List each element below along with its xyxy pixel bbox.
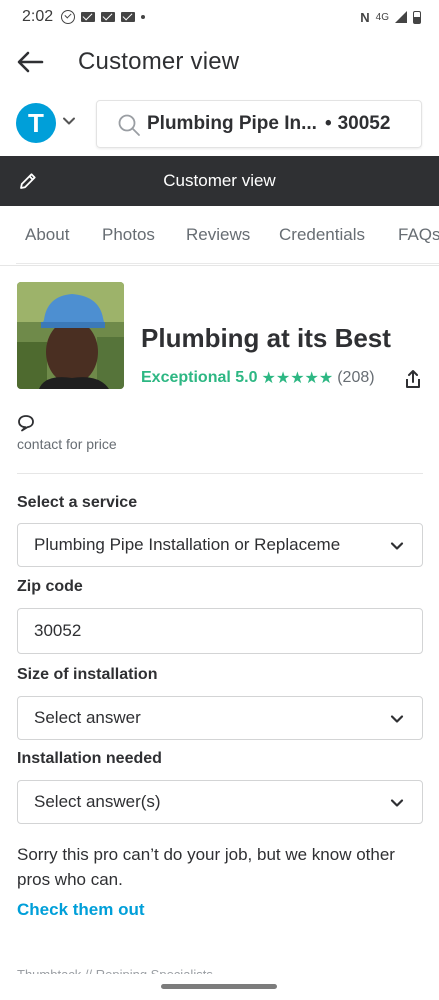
chevron-down-icon — [390, 542, 404, 550]
pencil-icon — [20, 173, 36, 189]
logo-letter: T — [28, 107, 44, 138]
rating-row[interactable]: Exceptional 5.0 ★★★★★ (208) — [141, 368, 375, 388]
mail-icon — [121, 12, 136, 22]
search-icon — [118, 114, 140, 136]
search-zip: 30052 — [337, 113, 391, 134]
needed-select[interactable]: Select answer(s) — [17, 780, 423, 824]
chat-bubble-icon — [18, 415, 34, 432]
service-label: Select a service — [17, 494, 138, 511]
chevron-down-icon — [390, 715, 404, 723]
search-bar[interactable]: Plumbing Pipe In... • 30052 — [96, 100, 422, 148]
page-title: Customer view — [78, 48, 240, 75]
network-type: 4G — [375, 11, 389, 23]
size-value: Select answer — [34, 708, 141, 727]
reviews-count: (208) — [337, 369, 375, 386]
pro-avatar — [17, 282, 124, 389]
back-arrow-icon[interactable] — [16, 50, 44, 74]
zip-label: Zip code — [17, 578, 83, 595]
pro-name: Plumbing at its Best — [141, 323, 391, 353]
customer-view-banner[interactable]: Customer view — [0, 156, 439, 206]
notification-dot-icon — [141, 15, 146, 19]
app-bar: Customer view — [0, 34, 439, 90]
needed-label: Installation needed — [17, 750, 162, 767]
no-match-message: Sorry this pro can’t do your job, but we… — [17, 845, 395, 889]
mail-icon — [101, 12, 116, 22]
status-time: 2:02 — [22, 8, 54, 25]
search-query: Plumbing Pipe In... — [147, 113, 317, 134]
thumbtack-logo[interactable]: T — [16, 103, 56, 143]
tab-about[interactable]: About — [25, 225, 69, 245]
status-bar: 2:02 N 4G — [0, 0, 439, 34]
size-label: Size of installation — [17, 666, 158, 683]
signal-icon — [395, 11, 407, 23]
size-select[interactable]: Select answer — [17, 696, 423, 740]
nfc-icon: N — [360, 9, 370, 25]
service-value: Plumbing Pipe Installation or Replaceme — [34, 535, 341, 554]
zip-value: 30052 — [34, 621, 82, 640]
tab-reviews[interactable]: Reviews — [186, 225, 250, 245]
tabs-track: About Photos Reviews Credentials FAQs — [16, 206, 439, 264]
search-row: T Plumbing Pipe In... • 30052 — [0, 92, 439, 156]
price-note: contact for price — [17, 436, 117, 452]
divider — [17, 473, 423, 474]
profile-tabs: About Photos Reviews Credentials FAQs — [0, 206, 439, 266]
mail-icon — [81, 12, 96, 22]
banner-text: Customer view — [163, 171, 276, 190]
tab-credentials[interactable]: Credentials — [279, 225, 365, 245]
share-icon[interactable] — [404, 369, 422, 389]
service-select[interactable]: Plumbing Pipe Installation or Replaceme — [17, 523, 423, 567]
check-circle-icon — [61, 10, 76, 24]
chevron-down-icon[interactable] — [62, 114, 76, 128]
chevron-down-icon — [390, 799, 404, 807]
zip-field[interactable]: 30052 — [17, 608, 423, 654]
home-indicator[interactable] — [161, 984, 277, 989]
search-separator: • — [324, 113, 332, 134]
tab-photos[interactable]: Photos — [102, 225, 155, 245]
breadcrumb[interactable]: Thumbtack // Repiping Specialists — [17, 964, 213, 974]
needed-value: Select answer(s) — [34, 792, 161, 811]
tab-faqs[interactable]: FAQs — [398, 225, 439, 245]
rating-label: Exceptional 5.0 — [141, 369, 258, 386]
rating-stars: ★★★★★ — [261, 370, 334, 387]
battery-icon — [413, 10, 421, 24]
check-them-out-link[interactable]: Check them out — [17, 900, 145, 920]
